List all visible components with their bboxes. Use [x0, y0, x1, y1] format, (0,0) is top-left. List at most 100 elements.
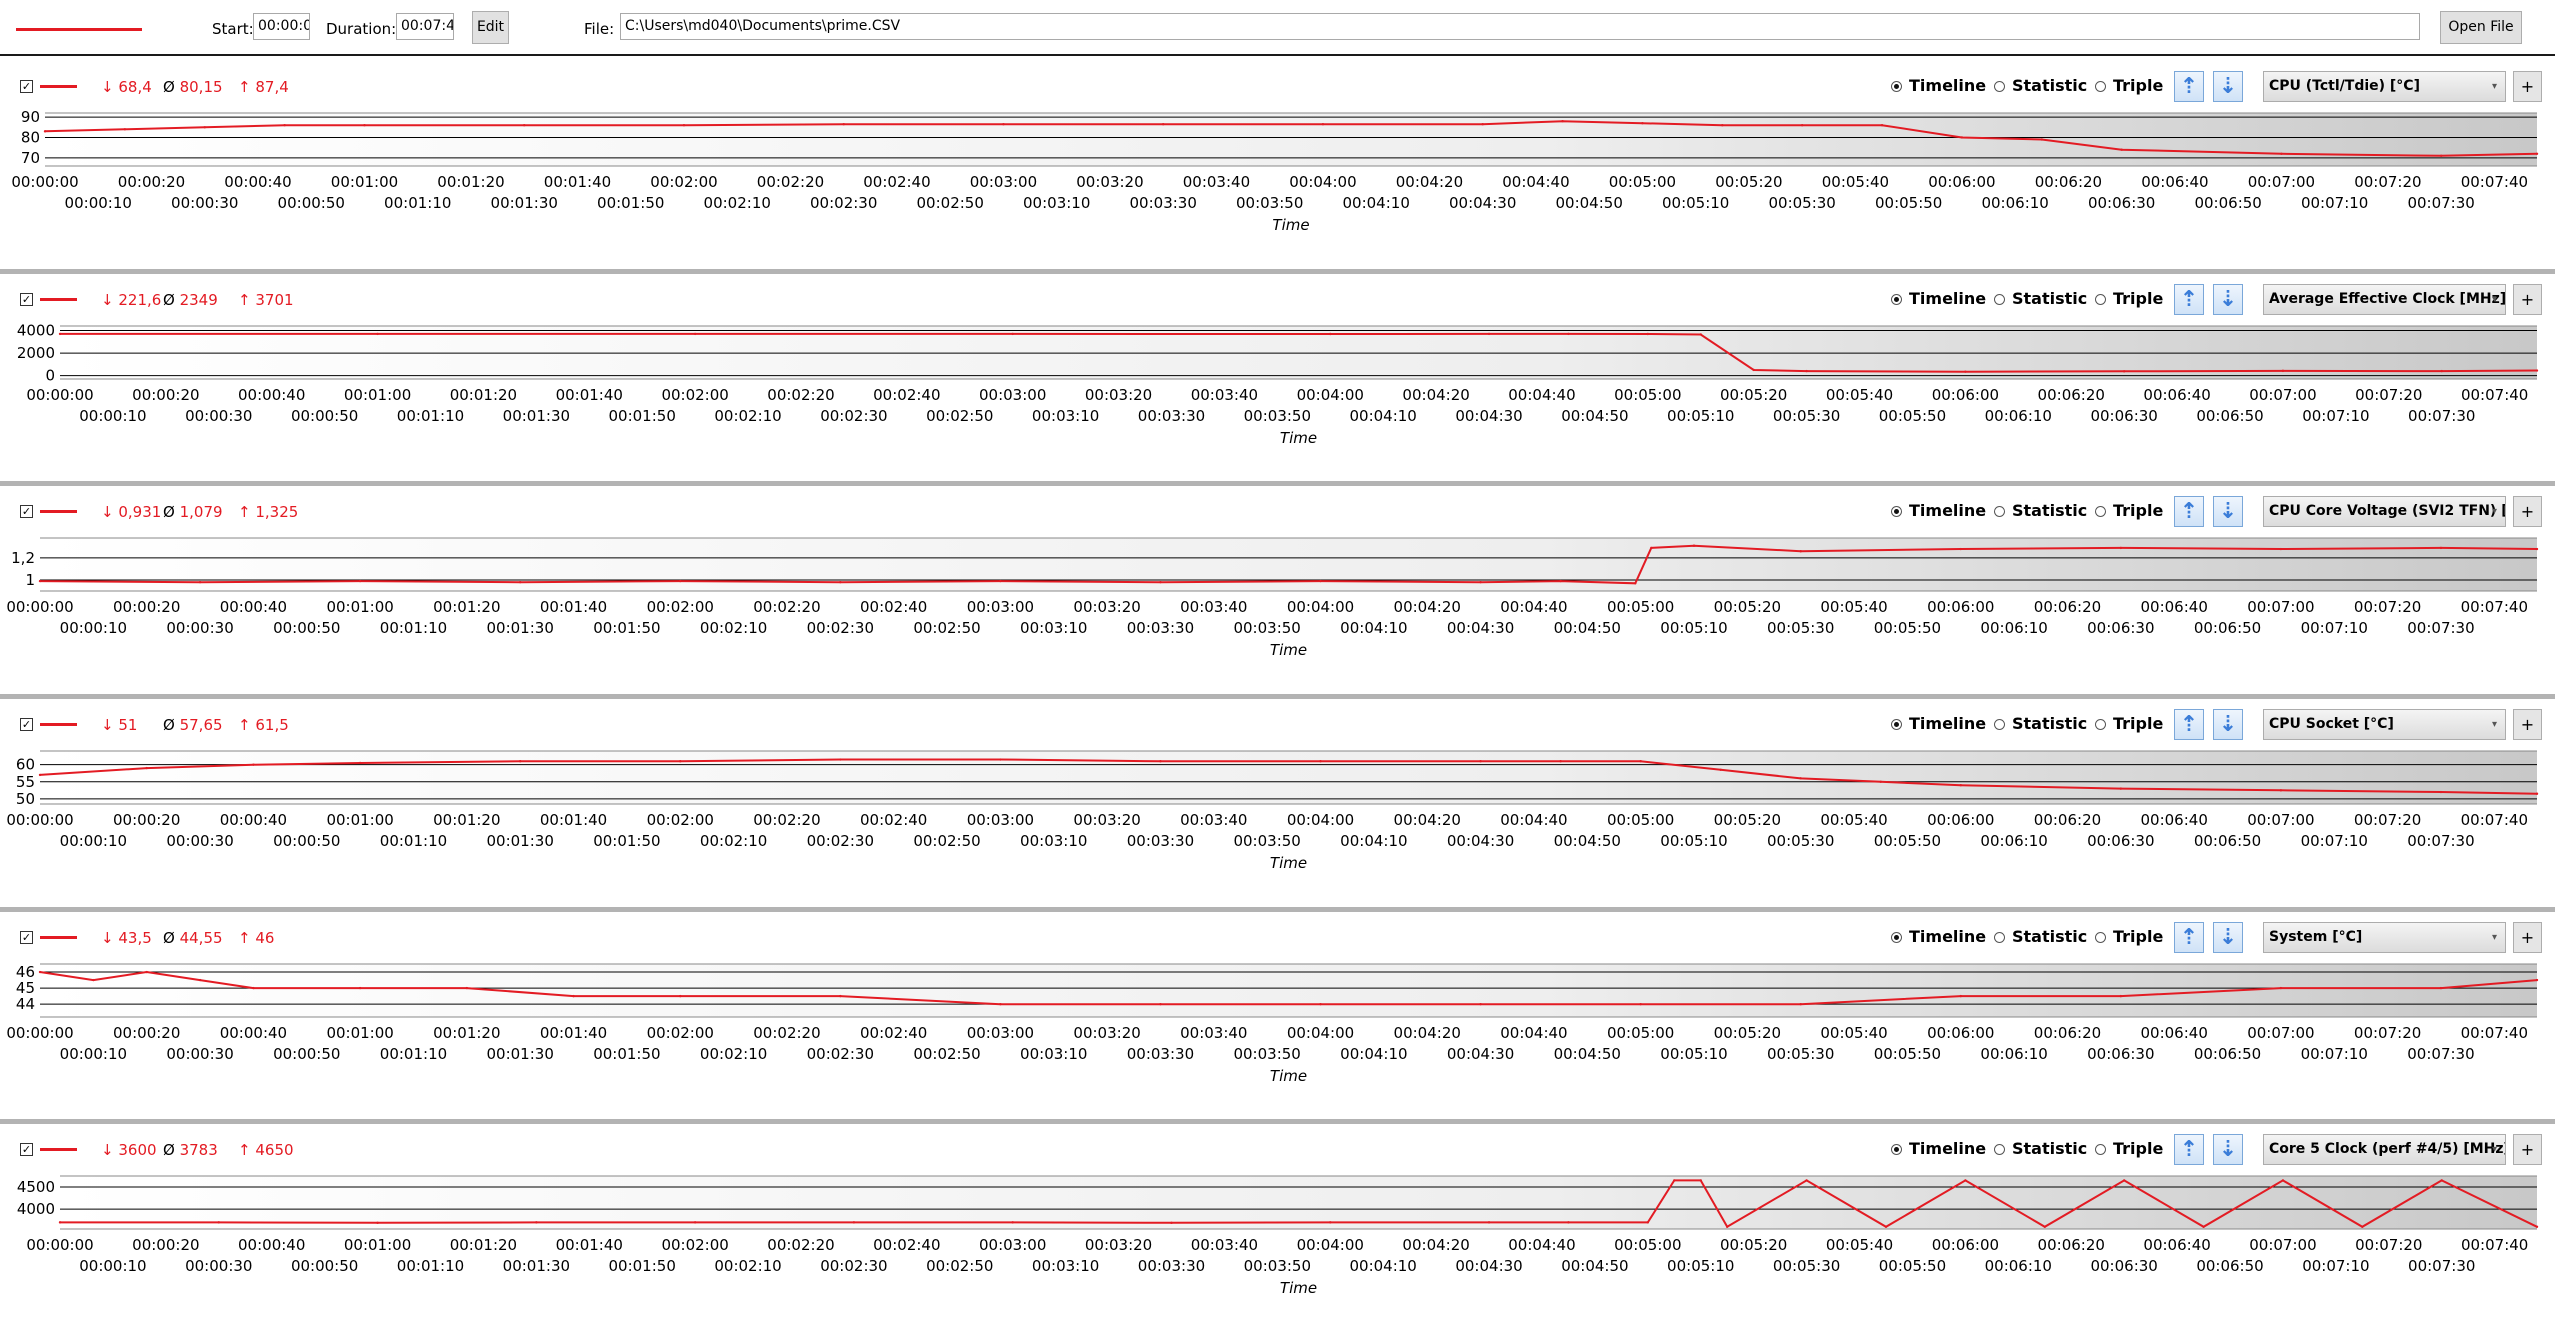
x-tick-label: 00:06:50 [2194, 619, 2261, 637]
show-series-checkbox[interactable]: ✓ [20, 80, 33, 93]
radio-statistic[interactable]: Statistic [1994, 501, 2087, 520]
x-tick-label: 00:07:10 [2301, 832, 2368, 850]
x-tick-label: 00:01:20 [437, 173, 504, 191]
x-tick-label: 00:02:50 [917, 194, 984, 212]
add-graph-button[interactable]: + [2513, 1134, 2542, 1165]
x-tick-label: 00:03:00 [979, 1236, 1046, 1254]
move-up-button[interactable]: ⇡ [2174, 922, 2204, 953]
show-series-checkbox[interactable]: ✓ [20, 718, 33, 731]
x-tick-label: 00:03:40 [1180, 598, 1247, 616]
panel-separator[interactable] [0, 481, 2555, 486]
y-tick-label: 55 [16, 773, 35, 791]
move-down-button[interactable]: ⇣ [2213, 922, 2243, 953]
data-point [1011, 332, 1014, 336]
data-point [1319, 760, 1322, 763]
radio-timeline[interactable]: Timeline [1891, 714, 1986, 733]
data-point [217, 1221, 220, 1224]
radio-empty-icon [1994, 719, 2005, 730]
sensor-select[interactable]: System [°C] ▾ [2263, 922, 2506, 953]
radio-statistic[interactable]: Statistic [1994, 714, 2087, 733]
radio-timeline[interactable]: Timeline [1891, 289, 1986, 308]
arrow-up-icon: ⇡ [2179, 287, 2199, 312]
add-graph-button[interactable]: + [2513, 71, 2542, 102]
radio-selected-icon [1891, 719, 1902, 730]
x-tick-label: 00:05:50 [1874, 619, 1941, 637]
x-tick-label: 00:00:20 [113, 811, 180, 829]
radio-timeline[interactable]: Timeline [1891, 1139, 1986, 1158]
data-point [1960, 136, 1964, 139]
move-down-button[interactable]: ⇣ [2213, 284, 2243, 315]
radio-triple[interactable]: Triple [2095, 714, 2163, 733]
show-series-checkbox[interactable]: ✓ [20, 931, 33, 944]
panel-separator[interactable] [0, 269, 2555, 274]
file-path-input[interactable]: C:\Users\md040\Documents\prime.CSV [620, 13, 2420, 40]
move-up-button[interactable]: ⇡ [2174, 1134, 2204, 1165]
move-down-button[interactable]: ⇣ [2213, 1134, 2243, 1165]
move-up-button[interactable]: ⇡ [2174, 496, 2204, 527]
radio-timeline[interactable]: Timeline [1891, 927, 1986, 946]
x-tick-label: 00:04:20 [1402, 1236, 1469, 1254]
add-graph-button[interactable]: + [2513, 496, 2542, 527]
sensor-select[interactable]: CPU Socket [°C] ▾ [2263, 709, 2506, 740]
show-series-checkbox[interactable]: ✓ [20, 1143, 33, 1156]
radio-statistic[interactable]: Statistic [1994, 1139, 2087, 1158]
show-series-checkbox[interactable]: ✓ [20, 293, 33, 306]
move-down-button[interactable]: ⇣ [2213, 496, 2243, 527]
data-point [2535, 792, 2539, 795]
data-point [1561, 119, 1564, 123]
sensor-select[interactable]: CPU Core Voltage (SVI2 TFN) [V] ▾ [2263, 496, 2506, 527]
x-tick-label: 00:03:00 [970, 173, 1037, 191]
add-graph-button[interactable]: + [2513, 709, 2542, 740]
radio-statistic[interactable]: Statistic [1994, 927, 2087, 946]
x-tick-label: 00:06:50 [2196, 407, 2263, 425]
data-point [203, 126, 206, 129]
move-down-button[interactable]: ⇣ [2213, 709, 2243, 740]
move-up-button[interactable]: ⇡ [2174, 709, 2204, 740]
x-tick-label: 00:00:40 [220, 811, 287, 829]
move-up-button[interactable]: ⇡ [2174, 71, 2204, 102]
x-axis-label: Time [1270, 854, 1307, 872]
radio-timeline[interactable]: Timeline [1891, 76, 1986, 95]
data-point [358, 986, 362, 990]
radio-triple[interactable]: Triple [2095, 76, 2163, 95]
move-up-button[interactable]: ⇡ [2174, 284, 2204, 315]
panel-separator[interactable] [0, 1119, 2555, 1124]
data-point [1319, 1002, 1322, 1006]
duration-input[interactable]: 00:07:48 [396, 13, 454, 40]
x-tick-label: 00:03:30 [1138, 407, 1205, 425]
x-tick-label: 00:00:30 [166, 1045, 233, 1063]
arrow-down-small-icon: ↓ [101, 503, 114, 521]
data-point [1719, 768, 1722, 772]
data-point [2439, 790, 2443, 794]
start-input[interactable]: 00:00:00 [253, 13, 310, 40]
data-point [1639, 760, 1642, 763]
x-tick-label: 00:01:20 [433, 598, 500, 616]
radio-triple[interactable]: Triple [2095, 1139, 2163, 1158]
x-tick-label: 00:05:20 [1720, 1236, 1787, 1254]
sensor-select[interactable]: Core 5 Clock (perf #4/5) [MHz] ▾ [2263, 1134, 2506, 1165]
sensor-select[interactable]: CPU (Tctl/Tdie) [°C] ▾ [2263, 71, 2506, 102]
show-series-checkbox[interactable]: ✓ [20, 505, 33, 518]
x-tick-label: 00:04:50 [1561, 1257, 1628, 1275]
radio-triple[interactable]: Triple [2095, 289, 2163, 308]
sensor-panel: ✓ ↓ 43,5 Ø 44,55 ↑ 46 Timeline Statistic Tripl… [0, 907, 2555, 1120]
data-point [535, 1221, 538, 1224]
add-graph-button[interactable]: + [2513, 284, 2542, 315]
radio-triple[interactable]: Triple [2095, 927, 2163, 946]
radio-timeline[interactable]: Timeline [1891, 501, 1986, 520]
data-point [2535, 369, 2539, 372]
add-graph-button[interactable]: + [2513, 922, 2542, 953]
panel-separator[interactable] [0, 907, 2555, 912]
radio-statistic[interactable]: Statistic [1994, 289, 2087, 308]
open-file-button[interactable]: Open File [2440, 11, 2522, 44]
edit-button[interactable]: Edit [472, 11, 509, 44]
data-point [523, 124, 526, 127]
x-tick-label: 00:07:40 [2461, 811, 2528, 829]
x-tick-label: 00:03:20 [1085, 386, 1152, 404]
sensor-select[interactable]: Average Effective Clock [MHz] ▾ [2263, 284, 2506, 315]
x-tick-label: 00:04:40 [1500, 811, 1567, 829]
panel-separator[interactable] [0, 694, 2555, 699]
move-down-button[interactable]: ⇣ [2213, 71, 2243, 102]
radio-statistic[interactable]: Statistic [1994, 76, 2087, 95]
radio-triple[interactable]: Triple [2095, 501, 2163, 520]
